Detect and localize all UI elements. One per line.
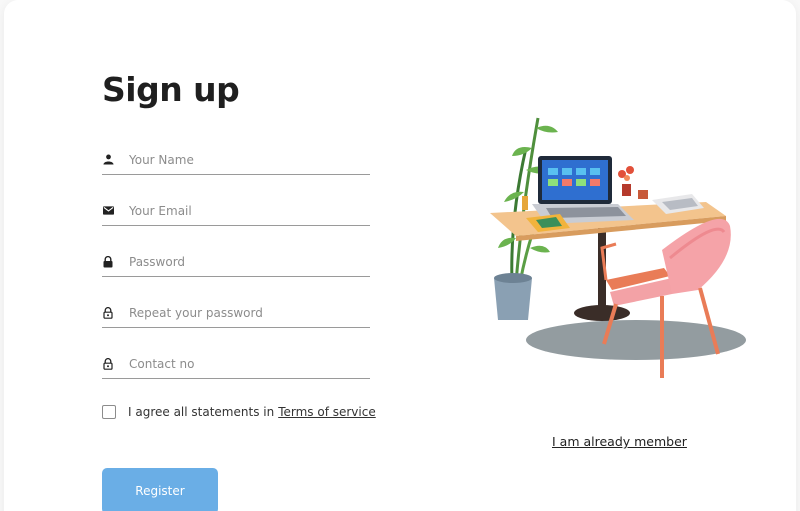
agree-checkbox[interactable]: [102, 405, 116, 419]
repeat-password-input[interactable]: [129, 302, 359, 323]
name-field-row: [102, 145, 370, 175]
contact-input[interactable]: [129, 353, 359, 374]
lock-outline-icon: [102, 306, 114, 319]
signup-card: Sign up I agree all stat: [4, 0, 796, 511]
terms-link[interactable]: Terms of service: [278, 405, 376, 419]
agree-row: I agree all statements in Terms of servi…: [102, 405, 376, 419]
page-title: Sign up: [102, 70, 240, 109]
lock-icon: [102, 255, 114, 268]
name-input[interactable]: [129, 149, 359, 170]
register-button[interactable]: Register: [102, 468, 218, 511]
already-member-link[interactable]: I am already member: [552, 434, 687, 449]
lock-outline-icon: [102, 357, 114, 370]
contact-field-row: [102, 349, 370, 379]
person-icon: [102, 154, 114, 166]
repeat-password-field-row: [102, 298, 370, 328]
password-input[interactable]: [129, 251, 359, 272]
envelope-icon: [102, 205, 114, 217]
desk-illustration: [490, 117, 746, 378]
password-field-row: [102, 247, 370, 277]
agree-text: I agree all statements in: [128, 405, 275, 419]
email-field-row: [102, 196, 370, 226]
email-input[interactable]: [129, 200, 359, 221]
